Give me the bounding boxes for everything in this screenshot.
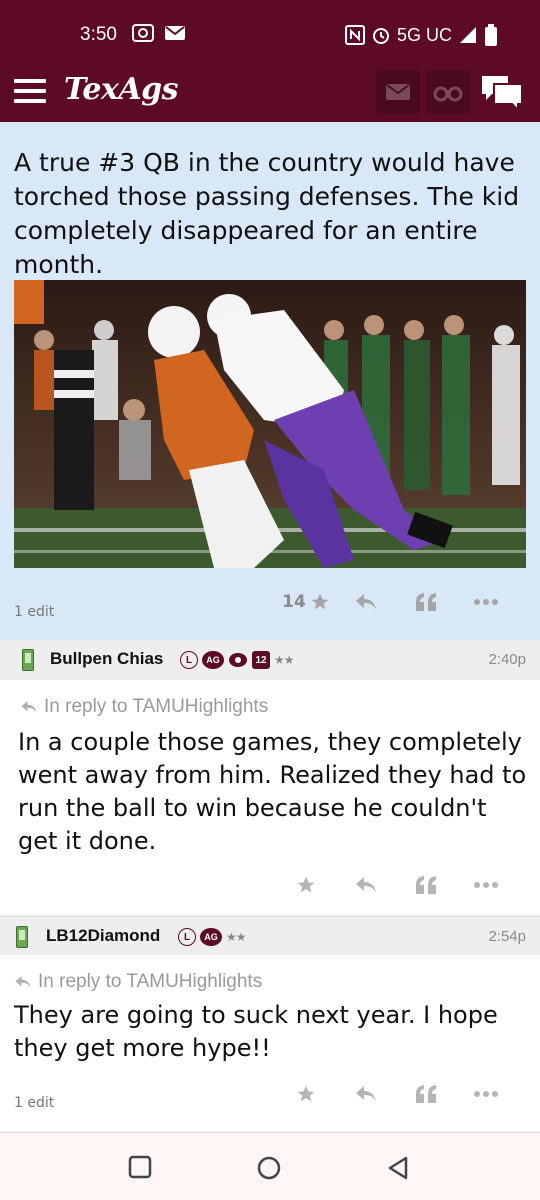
more-button[interactable] — [456, 587, 516, 617]
app-bar: TexAgs — [0, 62, 540, 122]
reply-post: Bullpen Chias L AG 12 ★★ 2:40p In reply … — [0, 640, 540, 914]
original-post: A true #3 QB in the country would have t… — [0, 122, 540, 640]
inbox-button[interactable] — [376, 70, 420, 114]
brand-logo[interactable]: TexAgs — [64, 72, 179, 107]
mobile-device-icon — [16, 926, 28, 948]
more-button[interactable] — [456, 870, 516, 900]
star-button[interactable] — [276, 870, 336, 900]
username[interactable]: LB12Diamond — [46, 926, 160, 946]
reply-text: In a couple those games, they completely… — [18, 728, 527, 855]
badge-ag: AG — [200, 928, 222, 946]
post-text: A true #3 QB in the country would have t… — [14, 148, 520, 279]
reply-icon — [356, 594, 376, 610]
signal-icon — [460, 27, 476, 43]
more-icon — [474, 599, 498, 605]
edit-note: 1 edit — [14, 604, 55, 620]
alarm-icon — [372, 28, 389, 44]
reply-button[interactable] — [336, 587, 396, 617]
post-photo[interactable] — [14, 280, 526, 568]
rank-stars: ★★ — [274, 653, 294, 667]
status-time: 3:50 — [80, 24, 117, 45]
nfc-icon — [344, 25, 365, 45]
more-button[interactable] — [456, 1079, 516, 1109]
binoculars-icon — [433, 86, 463, 102]
badge-12: 12 — [252, 651, 270, 669]
in-reply-to-text: In reply to TAMUHighlights — [38, 971, 263, 992]
system-nav-bar — [0, 1132, 540, 1200]
chat-icon[interactable] — [480, 74, 524, 110]
recents-icon[interactable] — [128, 1155, 152, 1179]
quote-button[interactable] — [396, 587, 456, 617]
reply-arrow-icon — [21, 701, 37, 713]
reply-post: LB12Diamond L AG ★★ 2:54p In reply to TA… — [0, 916, 540, 1131]
in-reply-to-text: In reply to TAMUHighlights — [44, 696, 269, 717]
quote-icon — [416, 876, 436, 894]
menu-icon[interactable] — [14, 79, 46, 103]
football-badge-icon — [229, 653, 247, 667]
post-time: 2:40p — [488, 651, 526, 668]
reply-text: They are going to suck next year. I hope… — [14, 1001, 498, 1062]
edit-note: 1 edit — [14, 1095, 55, 1111]
star-button[interactable] — [276, 1079, 336, 1109]
reply-icon — [356, 1086, 376, 1102]
star-icon — [297, 876, 315, 893]
battery-icon — [485, 24, 497, 46]
reply-header: Bullpen Chias L AG 12 ★★ 2:40p — [0, 640, 540, 680]
mobile-device-icon — [22, 649, 34, 671]
in-reply-to-link[interactable]: In reply to TAMUHighlights — [14, 971, 262, 993]
reply-arrow-icon — [15, 976, 31, 988]
post-time: 2:54p — [488, 928, 526, 945]
star-count: 14 — [282, 592, 306, 612]
quote-button[interactable] — [396, 870, 456, 900]
reply-button[interactable] — [336, 870, 396, 900]
star-icon — [297, 1085, 315, 1102]
badge-l: L — [180, 651, 198, 669]
quote-button[interactable] — [396, 1079, 456, 1109]
reply-icon — [356, 877, 376, 893]
watch-button[interactable] — [426, 70, 470, 114]
badge-ag: AG — [202, 651, 224, 669]
reply-button[interactable] — [336, 1079, 396, 1109]
network-label: 5G UC — [396, 24, 452, 45]
in-reply-to-link[interactable]: In reply to TAMUHighlights — [20, 696, 268, 718]
quote-icon — [416, 1085, 436, 1103]
status-bar: 3:50 5G UC — [0, 0, 540, 70]
home-icon[interactable] — [256, 1155, 282, 1181]
badge-l: L — [178, 928, 196, 946]
more-icon — [474, 1091, 498, 1097]
quote-icon — [416, 593, 436, 611]
reply-header: LB12Diamond L AG ★★ 2:54p — [0, 917, 540, 955]
rank-stars: ★★ — [226, 930, 246, 944]
radio-icon — [132, 24, 154, 42]
envelope-icon — [386, 84, 410, 100]
back-icon[interactable] — [386, 1155, 410, 1181]
more-icon — [474, 882, 498, 888]
star-button[interactable]: 14 — [276, 587, 336, 617]
mail-notification-icon — [165, 26, 185, 40]
username[interactable]: Bullpen Chias — [50, 649, 163, 669]
star-icon — [311, 593, 329, 610]
